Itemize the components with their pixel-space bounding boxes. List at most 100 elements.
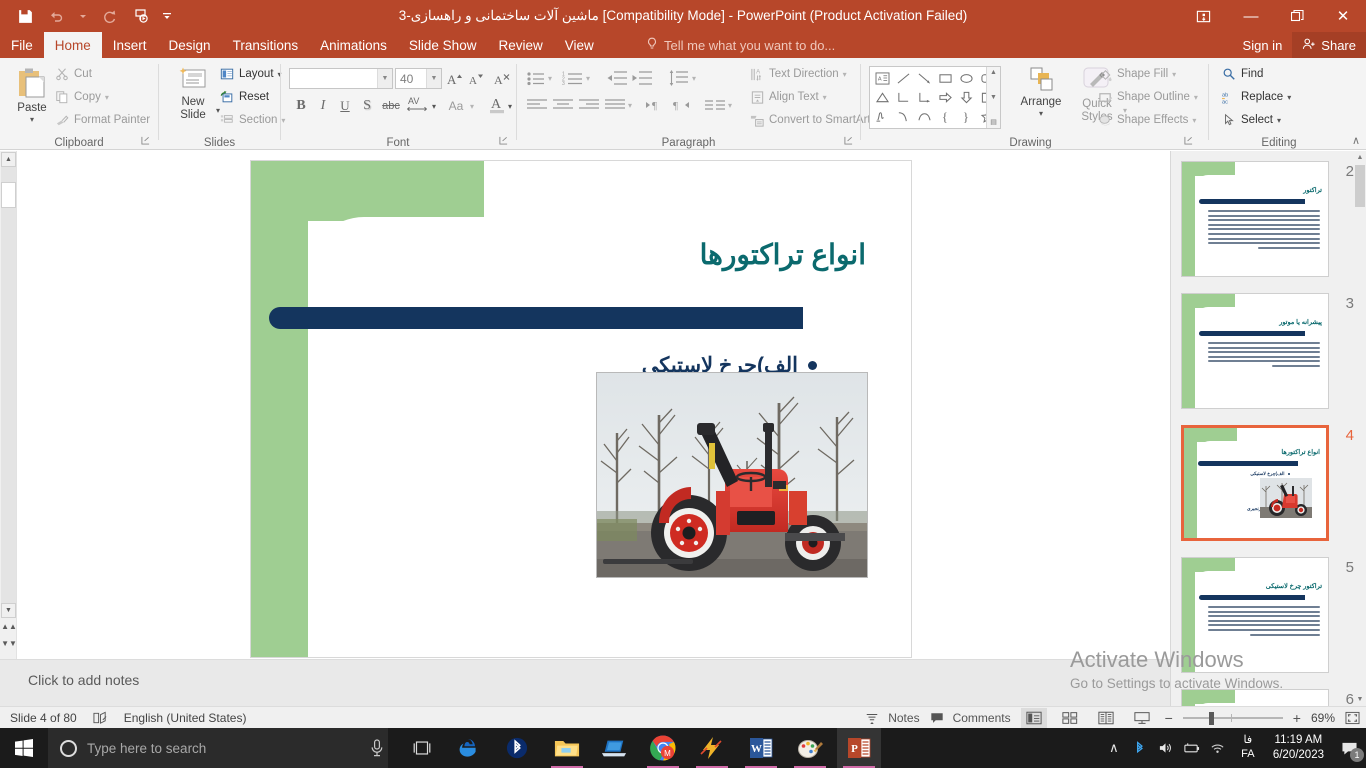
- share-button[interactable]: Share: [1292, 32, 1366, 58]
- tab-design[interactable]: Design: [158, 32, 222, 58]
- underline-button[interactable]: U: [335, 96, 355, 116]
- shape-fill-button[interactable]: Shape Fill ▾: [1097, 66, 1176, 82]
- bold-button[interactable]: B: [291, 96, 311, 116]
- arrange-dropdown-icon[interactable]: ▾: [1039, 109, 1043, 118]
- shape-outline-dropdown-icon[interactable]: ▾: [1194, 93, 1198, 102]
- taskbar-search-box[interactable]: Type here to search: [48, 728, 388, 768]
- section-button[interactable]: Section ▾: [219, 112, 285, 128]
- paragraph-dialog-launcher[interactable]: [844, 136, 853, 147]
- font-color-button[interactable]: A: [487, 94, 507, 116]
- zoom-out-button[interactable]: −: [1165, 710, 1173, 726]
- line-spacing-button[interactable]: [667, 68, 691, 88]
- shape-elbow-connector-icon[interactable]: [893, 88, 914, 107]
- paste-button[interactable]: Paste ▾: [8, 66, 56, 124]
- thumbnails-scrollbar-thumb[interactable]: [1355, 165, 1365, 207]
- previous-slide-icon[interactable]: ▲▲: [3, 620, 15, 633]
- save-icon[interactable]: [10, 3, 40, 29]
- layout-button[interactable]: Layout ▾: [219, 66, 282, 82]
- paste-dropdown-icon[interactable]: ▾: [30, 115, 34, 124]
- replace-dropdown-icon[interactable]: ▾: [1287, 93, 1291, 102]
- action-center-icon[interactable]: 1: [1332, 728, 1366, 768]
- font-size-input[interactable]: 40 ▼: [395, 68, 442, 89]
- columns-button[interactable]: [703, 95, 727, 115]
- tell-me-search[interactable]: Tell me what you want to do...: [646, 32, 835, 58]
- restore-button[interactable]: [1274, 0, 1320, 32]
- text-direction-dropdown-icon[interactable]: ▾: [843, 70, 847, 79]
- tab-animations[interactable]: Animations: [309, 32, 398, 58]
- shapes-scroll-up-icon[interactable]: ▲: [990, 69, 997, 76]
- thumbnail-slide-2[interactable]: تراکتور: [1181, 161, 1329, 277]
- remote-desktop-icon[interactable]: [592, 728, 636, 768]
- scroll-down-icon[interactable]: ▼: [1, 603, 16, 618]
- align-text-button[interactable]: Align Text ▾: [749, 89, 827, 105]
- bullets-button[interactable]: [525, 68, 547, 88]
- thumbnails-scroll-down-icon[interactable]: ▼: [1355, 693, 1365, 706]
- scrollbar-thumb[interactable]: [1, 182, 16, 208]
- ribbon-display-options-icon[interactable]: [1180, 0, 1226, 32]
- thumbnail-slide-5[interactable]: تراکتور چرخ لاستیکی: [1181, 557, 1329, 673]
- character-spacing-button[interactable]: AV: [405, 92, 431, 116]
- tab-file[interactable]: File: [0, 32, 44, 58]
- zoom-in-button[interactable]: +: [1293, 710, 1301, 726]
- align-text-dropdown-icon[interactable]: ▾: [823, 93, 827, 102]
- italic-button[interactable]: I: [313, 96, 333, 116]
- slide-editing-stage[interactable]: انواع تراکتورها الف)چرخ لاستیکی ب)چرخ زن…: [18, 151, 1170, 659]
- arrange-button[interactable]: Arrange ▾: [1013, 66, 1069, 118]
- minimize-button[interactable]: —: [1228, 0, 1274, 32]
- shape-effects-dropdown-icon[interactable]: ▾: [1192, 116, 1196, 125]
- font-dialog-launcher[interactable]: [499, 136, 508, 147]
- vertical-scrollbar-left[interactable]: ▲ ▼ ▲▲ ▼▼: [0, 151, 17, 706]
- character-spacing-dropdown-icon[interactable]: ▾: [432, 102, 436, 111]
- font-name-input[interactable]: ▼: [289, 68, 393, 89]
- shape-arrow-icon[interactable]: [914, 69, 935, 88]
- shape-left-brace-icon[interactable]: {: [935, 107, 956, 126]
- show-hidden-icons-icon[interactable]: ∧: [1101, 728, 1127, 768]
- battery-icon[interactable]: [1179, 728, 1205, 768]
- font-size-dropdown-icon[interactable]: ▼: [426, 69, 441, 88]
- align-right-button[interactable]: [577, 95, 601, 115]
- shape-rectangle-icon[interactable]: [935, 69, 956, 88]
- redo-icon[interactable]: [94, 3, 124, 29]
- file-explorer-icon[interactable]: [545, 728, 589, 768]
- zoom-slider-handle[interactable]: [1209, 712, 1214, 725]
- google-chrome-icon[interactable]: M: [641, 728, 685, 768]
- shape-outline-button[interactable]: Shape Outline ▾: [1097, 89, 1198, 105]
- cut-button[interactable]: Cut: [54, 66, 92, 82]
- bluetooth-icon[interactable]: [495, 728, 539, 768]
- select-dropdown-icon[interactable]: ▾: [1277, 116, 1281, 125]
- shapes-gallery-scrollbar[interactable]: ▲ ▼ ▤: [986, 67, 1000, 128]
- thumbnail-slide-3[interactable]: پیشرانه یا موتور: [1181, 293, 1329, 409]
- undo-icon[interactable]: [42, 3, 72, 29]
- tab-review[interactable]: Review: [487, 32, 553, 58]
- copy-button[interactable]: Copy ▾: [54, 89, 109, 105]
- strikethrough-button[interactable]: abc: [379, 96, 403, 116]
- shapes-more-icon[interactable]: ▤: [990, 118, 997, 126]
- numbering-button[interactable]: 123: [561, 68, 585, 88]
- reset-button[interactable]: Reset: [219, 89, 269, 105]
- zoom-level[interactable]: 69%: [1311, 711, 1335, 725]
- start-button[interactable]: [0, 728, 48, 768]
- slide-counter[interactable]: Slide 4 of 80: [10, 711, 77, 725]
- font-color-dropdown-icon[interactable]: ▾: [508, 102, 512, 111]
- collapse-ribbon-button[interactable]: ∧: [1352, 134, 1360, 147]
- microsoft-powerpoint-icon[interactable]: P: [837, 728, 881, 768]
- shape-fill-dropdown-icon[interactable]: ▾: [1172, 70, 1176, 79]
- fit-slide-to-window-icon[interactable]: [1345, 711, 1360, 725]
- scroll-up-icon[interactable]: ▲: [1, 152, 16, 167]
- tractor-image[interactable]: [596, 372, 868, 578]
- shape-line-icon[interactable]: [893, 69, 914, 88]
- rtl-text-direction-button[interactable]: ¶: [669, 95, 693, 115]
- close-button[interactable]: ✕: [1320, 0, 1366, 32]
- thumbnails-scroll-up-icon[interactable]: ▲: [1355, 151, 1365, 164]
- select-button[interactable]: Select ▾: [1221, 112, 1281, 128]
- drawing-dialog-launcher[interactable]: [1184, 136, 1193, 147]
- clear-all-formatting-button[interactable]: A: [493, 68, 513, 89]
- shape-down-arrow-icon[interactable]: [956, 88, 977, 107]
- shape-arc-icon[interactable]: [914, 107, 935, 126]
- zoom-slider[interactable]: [1183, 711, 1283, 725]
- shape-effects-button[interactable]: Shape Effects ▾: [1097, 112, 1196, 128]
- spellcheck-icon[interactable]: [93, 711, 108, 725]
- microsoft-word-icon[interactable]: W: [739, 728, 783, 768]
- font-name-dropdown-icon[interactable]: ▼: [377, 69, 392, 88]
- view-slide-show-button[interactable]: [1129, 708, 1155, 728]
